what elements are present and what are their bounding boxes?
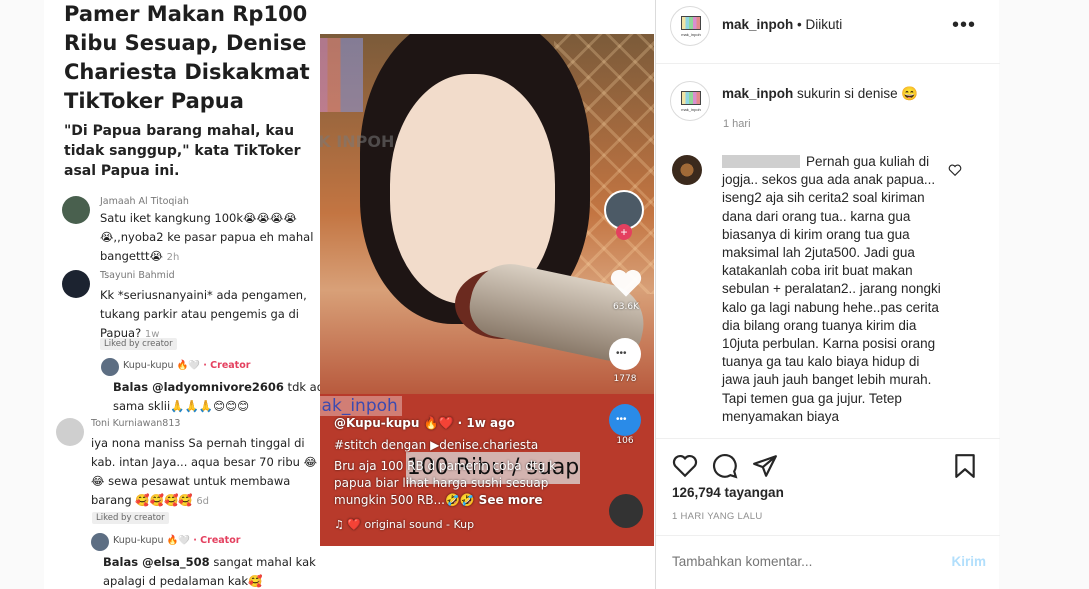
tv-logo-icon bbox=[681, 16, 701, 30]
reply-user: Kupu-kupu 🔥🤍 bbox=[113, 535, 191, 546]
video-comment-icon[interactable]: ••• bbox=[609, 338, 641, 370]
video-like-count: 63.6K bbox=[613, 302, 639, 312]
post-header: mak_inpoh mak_inpoh • Diikuti ••• bbox=[656, 0, 1000, 64]
comment-like-icon[interactable] bbox=[948, 163, 962, 177]
music-disc-icon bbox=[609, 494, 643, 528]
avatar bbox=[62, 270, 90, 298]
see-more-link[interactable]: See more bbox=[479, 493, 543, 507]
tiktok-reply: Kupu-kupu 🔥🤍 · Creator Balas @ladyomnivo… bbox=[101, 358, 331, 416]
like-icon[interactable] bbox=[672, 453, 698, 479]
comment-age: 6d bbox=[196, 496, 210, 507]
add-comment-row: Kirim bbox=[656, 535, 1000, 589]
watermark-handle: @mak_inpoh bbox=[320, 396, 402, 416]
redacted-username bbox=[722, 155, 800, 168]
video-share-count: 106 bbox=[616, 436, 634, 446]
caption-avatar[interactable]: mak_inpoh bbox=[670, 81, 710, 121]
caption-username[interactable]: mak_inpoh bbox=[722, 86, 793, 101]
caption-text: sukurin si denise 😄 bbox=[797, 86, 919, 101]
reply-user: Kupu-kupu 🔥🤍 bbox=[123, 360, 201, 371]
reply-username: Kupu-kupu 🔥🤍 · Creator bbox=[123, 360, 250, 371]
follow-plus-icon[interactable]: + bbox=[616, 224, 632, 240]
watermark-logo-text: MAK INPOH bbox=[320, 132, 395, 151]
comment-username: Toni Kurniawan813 bbox=[91, 418, 181, 429]
post-actions: 126,794 tayangan 1 HARI YANG LALU bbox=[656, 438, 1000, 548]
commenter-avatar[interactable] bbox=[672, 155, 702, 185]
avatar bbox=[91, 533, 109, 551]
reply-text: Balas @elsa_508 sangat mahal kak apalagi… bbox=[103, 553, 343, 589]
video-share-icon[interactable]: ••• bbox=[609, 404, 641, 436]
account-username[interactable]: mak_inpoh bbox=[722, 17, 793, 32]
avatar bbox=[56, 418, 84, 446]
comment-body: Kk *seriusnanyaini* ada pengamen, tukang… bbox=[100, 288, 307, 340]
tv-logo-icon bbox=[681, 91, 701, 105]
comment-username: Tsayuni Bahmid bbox=[100, 270, 175, 281]
video-author[interactable]: @Kupu-kupu 🔥❤️ · 1w ago bbox=[334, 416, 515, 430]
avatar bbox=[101, 358, 119, 376]
comment-username: Jamaah Al Titoqiah bbox=[100, 196, 189, 207]
comment-text: iya nona maniss Sa pernah tinggal di kab… bbox=[91, 434, 319, 511]
tiktok-reply: Kupu-kupu 🔥🤍 · Creator Balas @elsa_508 s… bbox=[91, 533, 331, 589]
avatar bbox=[62, 196, 90, 224]
video-comment-count: 1778 bbox=[613, 374, 637, 384]
comments-list[interactable]: mak_inpoh mak_inpoh sukurin si denise 😄 … bbox=[656, 65, 1000, 438]
comment-text: Satu iket kangkung 100k😭😭😭😭😭,,nyoba2 ke … bbox=[100, 209, 325, 267]
tiktok-video[interactable]: MAK INPOH @mak_inpoh 100 Ribu / suap + 6… bbox=[320, 34, 654, 546]
creator-tag: · Creator bbox=[193, 535, 241, 546]
add-comment-input[interactable] bbox=[672, 554, 922, 569]
post-timestamp: 1 HARI YANG LALU bbox=[672, 511, 763, 522]
video-like-icon[interactable] bbox=[609, 268, 643, 298]
subheadline-quote: "Di Papua barang mahal, kau tidak sanggu… bbox=[64, 123, 301, 179]
account-avatar[interactable]: mak_inpoh bbox=[670, 6, 710, 46]
headline: Pamer Makan Rp100 Ribu Sesuap, Denise Ch… bbox=[64, 2, 310, 113]
watermark-logo bbox=[320, 38, 363, 112]
post-caption: mak_inpoh sukurin si denise 😄 bbox=[722, 86, 918, 102]
avatar-label: mak_inpoh bbox=[681, 32, 701, 37]
avatar-label: mak_inpoh bbox=[681, 107, 701, 112]
reply-mention: Balas @elsa_508 bbox=[103, 555, 210, 569]
video-hashtag[interactable]: #stitch dengan ▶denise.chariesta bbox=[334, 438, 538, 452]
caption-time: 1 hari bbox=[723, 118, 751, 130]
comment-text: Kk *seriusnanyaini* ada pengamen, tukang… bbox=[100, 286, 325, 344]
reply-mention: Balas @ladyomnivore2606 bbox=[113, 380, 284, 394]
comment-age: 2h bbox=[166, 252, 180, 263]
video-sound[interactable]: ♫ ❤️ original sound - Kup bbox=[334, 518, 474, 531]
liked-by-creator-badge: Liked by creator bbox=[92, 512, 169, 524]
post-media[interactable]: Pamer Makan Rp100 Ribu Sesuap, Denise Ch… bbox=[44, 0, 655, 589]
creator-tag: · Creator bbox=[203, 360, 251, 371]
comment-body: Pernah gua kuliah di jogja.. sekos gua a… bbox=[722, 154, 941, 424]
comment-text: Pernah gua kuliah di jogja.. sekos gua a… bbox=[722, 153, 947, 426]
comment-icon[interactable] bbox=[712, 453, 738, 479]
tiktok-comment: Toni Kurniawan813 iya nona maniss Sa per… bbox=[56, 418, 322, 513]
post-detail-panel: mak_inpoh mak_inpoh • Diikuti ••• mak_in… bbox=[655, 0, 1000, 589]
video-description: Bru aja 100 RB d pamerin coba dtg k papu… bbox=[334, 458, 559, 509]
view-count[interactable]: 126,794 tayangan bbox=[672, 485, 784, 500]
follow-status[interactable]: • Diikuti bbox=[797, 17, 842, 32]
reply-username: Kupu-kupu 🔥🤍 · Creator bbox=[113, 535, 240, 546]
liked-by-creator-badge: Liked by creator bbox=[100, 338, 177, 350]
share-icon[interactable] bbox=[752, 453, 778, 479]
reply-text: Balas @ladyomnivore2606 tdk ad sama skli… bbox=[113, 378, 353, 416]
more-options-icon[interactable]: ••• bbox=[952, 14, 976, 37]
bookmark-icon[interactable] bbox=[952, 453, 978, 479]
post-comment-button[interactable]: Kirim bbox=[951, 554, 986, 569]
comment-body: Satu iket kangkung 100k😭😭😭😭😭,,nyoba2 ke … bbox=[100, 211, 314, 263]
tiktok-comment: Jamaah Al Titoqiah Satu iket kangkung 10… bbox=[62, 196, 322, 266]
